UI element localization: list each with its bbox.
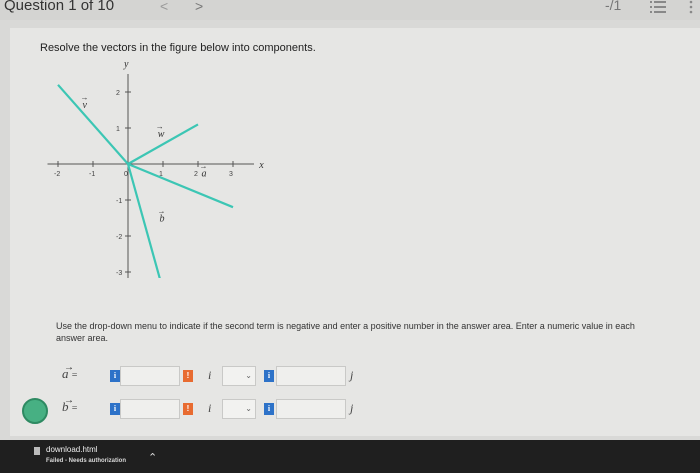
chevron-up-icon[interactable]: ⌃	[148, 451, 157, 464]
a-j-component-input[interactable]	[276, 366, 346, 386]
b-sign-select[interactable]: ⌄	[222, 399, 256, 419]
vector-w-label: w	[158, 129, 165, 140]
j-unit-vector: j	[350, 368, 354, 382]
answer-row-a: a = → i ! i ⌄ i j	[0, 362, 700, 388]
download-filename[interactable]: download.html	[46, 445, 98, 454]
y-tick-label: -1	[116, 198, 122, 205]
download-bar: download.html Failed - Needs authorizati…	[0, 440, 700, 473]
x-axis-label: x	[258, 160, 264, 171]
x-tick-label: 3	[229, 171, 233, 178]
question-list-icon[interactable]	[650, 0, 666, 14]
y-tick-label: -2	[116, 234, 122, 241]
question-prompt: Resolve the vectors in the figure below …	[40, 42, 316, 54]
vector-b-label: b	[160, 214, 165, 225]
y-tick-label: 2	[116, 90, 120, 97]
previous-question-button[interactable]: <	[160, 0, 168, 14]
b-i-component-input[interactable]	[120, 399, 180, 419]
info-icon[interactable]: i	[110, 370, 120, 382]
file-icon	[34, 447, 40, 455]
download-status: Failed - Needs authorization	[46, 458, 127, 464]
chevron-down-icon: ⌄	[245, 404, 252, 413]
j-unit-vector: j	[350, 401, 354, 415]
vector-v-label: v	[83, 100, 88, 111]
a-sign-select[interactable]: ⌄	[222, 366, 256, 386]
vector-figure: xy-2 -1 0 1 2 321-1-2-3→v→w→a→b	[47, 59, 264, 278]
i-unit-vector: i	[208, 401, 212, 415]
question-counter: Question 1 of 10	[4, 0, 115, 14]
instructions-text: Use the drop-down menu to indicate if th…	[56, 321, 635, 343]
b-j-component-input[interactable]	[276, 399, 346, 419]
chevron-down-icon: ⌄	[245, 371, 252, 380]
vector-arrow-icon: →	[64, 362, 74, 373]
warning-icon[interactable]: !	[183, 403, 193, 415]
a-i-component-input[interactable]	[120, 366, 180, 386]
score-display: -/1	[605, 0, 622, 13]
x-tick-label: -2	[54, 171, 60, 178]
x-tick-label: -1	[89, 171, 95, 178]
info-icon[interactable]: i	[264, 370, 274, 382]
top-bar: Question 1 of 10 < > -/1	[0, 0, 700, 20]
y-tick-label: -3	[116, 270, 122, 277]
info-icon[interactable]: i	[110, 403, 120, 415]
info-icon[interactable]: i	[264, 403, 274, 415]
y-axis-label: y	[123, 59, 129, 70]
vector-b-line	[126, 163, 161, 278]
y-tick-label: 1	[116, 126, 120, 133]
i-unit-vector: i	[208, 368, 212, 382]
vector-a-line	[127, 162, 234, 209]
vector-a-label: a	[202, 169, 207, 180]
answer-row-b: b = → i ! i ⌄ i j	[0, 395, 700, 421]
warning-icon[interactable]: !	[183, 370, 193, 382]
more-options-icon[interactable]	[688, 0, 694, 14]
x-tick-label: 2	[194, 171, 198, 178]
x-tick-label: 0	[124, 171, 128, 178]
next-question-button[interactable]: >	[195, 0, 203, 14]
vector-arrow-icon: →	[64, 395, 74, 406]
accessibility-icon[interactable]	[22, 398, 48, 424]
